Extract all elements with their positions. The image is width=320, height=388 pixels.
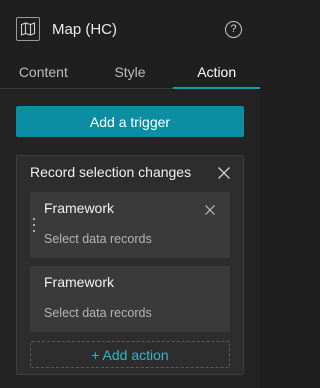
settings-tabs: Content Style Action bbox=[0, 58, 260, 89]
trigger-title: Record selection changes bbox=[30, 164, 192, 180]
help-icon[interactable]: ? bbox=[225, 20, 242, 38]
widget-title: Map (HC) bbox=[52, 20, 118, 38]
tab-action[interactable]: Action bbox=[173, 58, 260, 89]
action-item[interactable]: Framework Select data records bbox=[30, 192, 230, 258]
action-name: Framework bbox=[44, 274, 115, 290]
action-name: Framework bbox=[44, 200, 115, 216]
remove-trigger-close-icon[interactable] bbox=[217, 166, 231, 180]
remove-action-close-icon[interactable] bbox=[204, 203, 216, 215]
action-item[interactable]: Framework Select data records bbox=[30, 266, 230, 332]
tab-style[interactable]: Style bbox=[87, 58, 174, 88]
trigger-card: Record selection changes Framework Selec… bbox=[16, 155, 244, 375]
add-action-button[interactable]: + Add action bbox=[30, 341, 230, 368]
action-subtitle: Select data records bbox=[44, 232, 152, 246]
action-subtitle: Select data records bbox=[44, 306, 152, 320]
widget-header: Map (HC) ? bbox=[0, 0, 260, 58]
add-trigger-button[interactable]: Add a trigger bbox=[16, 106, 244, 137]
map-icon bbox=[16, 17, 40, 41]
drag-handle-icon[interactable] bbox=[33, 218, 36, 232]
tab-content[interactable]: Content bbox=[0, 58, 87, 88]
